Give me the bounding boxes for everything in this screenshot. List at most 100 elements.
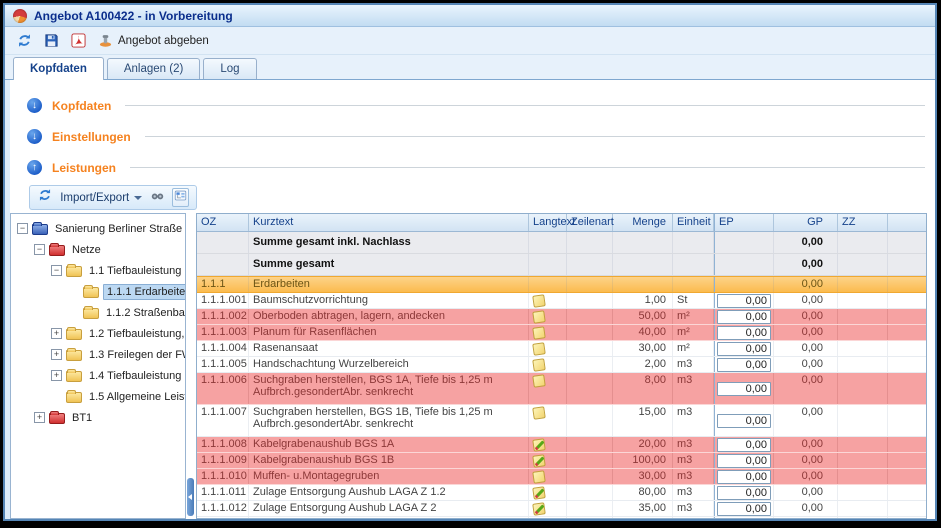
position-row[interactable]: 1.1.1.004Rasenansaat30,00m²0,00 — [197, 341, 926, 357]
position-row[interactable]: 1.1.1.011Zulage Entsorgung Aushub LAGA Z… — [197, 485, 926, 501]
tree-node[interactable]: 1.1.1 Erdarbeiten — [11, 281, 185, 302]
ep-input[interactable] — [717, 486, 771, 500]
langtext-note-icon[interactable] — [532, 310, 546, 324]
expand-arrow-icon[interactable]: ↑ — [27, 160, 42, 175]
cell-einh: m3 — [673, 357, 714, 372]
tree-node[interactable]: −1.1 Tiefbauleistung Elt, — [11, 260, 185, 281]
tree-node[interactable]: +1.2 Tiefbauleistung, Rü — [11, 323, 185, 344]
position-row[interactable]: 1.1.1.006Suchgraben herstellen, BGS 1A, … — [197, 373, 926, 405]
collapse-toggle[interactable]: − — [51, 265, 62, 276]
column-header-einh[interactable]: Einheit — [673, 214, 714, 231]
langtext-note-icon[interactable] — [532, 470, 546, 484]
expand-toggle[interactable]: + — [51, 328, 62, 339]
cell-menge — [613, 277, 673, 292]
column-header-menge[interactable]: Menge — [613, 214, 673, 231]
position-row[interactable]: 1.1.1.001Baumschutzvorrichtung1,00St0,00 — [197, 293, 926, 309]
ep-input[interactable] — [717, 358, 771, 372]
cell-oz: 1.1.1.007 — [197, 405, 249, 436]
tree-node-label: 1.1.2 Straßenbau, — [103, 306, 185, 320]
langtext-note-icon[interactable] — [532, 358, 546, 372]
pdf-export-button[interactable] — [71, 33, 86, 48]
position-row[interactable]: 1.1.1.005Handschachtung Wurzelbereich2,0… — [197, 357, 926, 373]
content-area: ↓ Kopfdaten ↓ Einstellungen ↑ Leistungen — [5, 80, 935, 519]
tab-anlagen[interactable]: Anlagen (2) — [107, 58, 200, 79]
langtext-note-icon[interactable] — [532, 326, 546, 340]
position-row[interactable]: 1.1.1.002Oberboden abtragen, lagern, and… — [197, 309, 926, 325]
cell-fill — [888, 469, 926, 484]
position-row[interactable]: 1.1.1.010Muffen- u.Montagegruben30,00m30… — [197, 469, 926, 485]
cell-lang — [529, 341, 567, 356]
column-header-oz[interactable]: OZ — [197, 214, 249, 231]
column-header-fill[interactable] — [888, 214, 926, 231]
expand-toggle[interactable]: + — [51, 370, 62, 381]
ep-input[interactable] — [717, 294, 771, 308]
langtext-note-icon[interactable] — [532, 294, 546, 308]
langtext-note-icon[interactable] — [532, 342, 546, 356]
cell-ep — [714, 437, 774, 452]
ep-input[interactable] — [717, 438, 771, 452]
ep-input[interactable] — [717, 454, 771, 468]
langtext-note-icon[interactable] — [532, 374, 546, 388]
position-row-partial[interactable] — [197, 517, 926, 518]
expand-toggle[interactable]: + — [34, 412, 45, 423]
section-kopfdaten[interactable]: ↓ Kopfdaten — [27, 90, 935, 121]
ep-input[interactable] — [717, 326, 771, 340]
langtext-edit-note-icon[interactable] — [532, 486, 546, 500]
langtext-edit-note-icon[interactable] — [532, 454, 546, 468]
submit-offer-button[interactable]: Angebot abgeben — [98, 33, 209, 48]
cell-zeil — [567, 405, 613, 436]
position-row[interactable]: 1.1.1.009Kabelgrabenaushub BGS 1B100,00m… — [197, 453, 926, 469]
splitter-collapse-handle[interactable] — [187, 478, 194, 516]
position-row[interactable]: 1.1.1.012Zulage Entsorgung Aushub LAGA Z… — [197, 501, 926, 517]
column-header-kurz[interactable]: Kurztext — [249, 214, 529, 231]
section-einstellungen[interactable]: ↓ Einstellungen — [27, 121, 935, 152]
ep-input[interactable] — [717, 310, 771, 324]
column-header-gp[interactable]: GP — [774, 214, 838, 231]
langtext-note-icon[interactable] — [532, 406, 546, 420]
tree-node[interactable]: 1.5 Allgemeine Leistun — [11, 386, 185, 407]
column-header-zz[interactable]: ZZ — [838, 214, 888, 231]
expand-toggle[interactable]: + — [51, 349, 62, 360]
lv-refresh-button[interactable] — [37, 188, 53, 207]
search-positions-button[interactable] — [149, 188, 165, 207]
collapse-toggle[interactable]: − — [17, 223, 28, 234]
langtext-edit-note-icon[interactable] — [532, 502, 546, 516]
section-leistungen[interactable]: ↑ Leistungen — [27, 152, 935, 183]
ep-input[interactable] — [717, 470, 771, 484]
tree-node[interactable]: +1.4 Tiefbauleistung IT,o — [11, 365, 185, 386]
tree-node[interactable]: −Sanierung Berliner Straße Ber — [11, 218, 185, 239]
ep-input[interactable] — [717, 342, 771, 356]
collapse-toggle[interactable]: − — [34, 244, 45, 255]
collapse-arrow-icon[interactable]: ↓ — [27, 98, 42, 113]
tree-node[interactable]: 1.1.2 Straßenbau, — [11, 302, 185, 323]
position-row[interactable]: 1.1.1.008Kabelgrabenaushub BGS 1A20,00m3… — [197, 437, 926, 453]
group-row[interactable]: 1.1.1Erdarbeiten0,00 — [197, 276, 926, 293]
column-header-lang[interactable]: Langtext — [529, 214, 567, 231]
ep-input[interactable] — [717, 382, 771, 396]
import-export-dropdown[interactable]: Import/Export — [60, 192, 142, 204]
tree-node[interactable]: +1.3 Freilegen der FW-L — [11, 344, 185, 365]
ep-input[interactable] — [717, 414, 771, 428]
column-header-ep[interactable]: EP — [714, 214, 774, 231]
tree-node[interactable]: −Netze — [11, 239, 185, 260]
refresh-button[interactable] — [17, 33, 32, 48]
cell-menge — [613, 517, 673, 518]
save-button[interactable] — [44, 33, 59, 48]
cell-zz — [838, 293, 888, 308]
tree-node[interactable]: +BT1 — [11, 407, 185, 428]
tab-log[interactable]: Log — [203, 58, 256, 79]
collapse-arrow-icon[interactable]: ↓ — [27, 129, 42, 144]
position-row[interactable]: 1.1.1.007Suchgraben herstellen, BGS 1B, … — [197, 405, 926, 437]
column-header-zeil[interactable]: Zeilenart — [567, 214, 613, 231]
langtext-edit-note-icon[interactable] — [532, 438, 546, 452]
cell-zz — [838, 254, 888, 275]
tree-panel-toggle-button[interactable] — [172, 188, 189, 207]
cell-menge: 80,00 — [613, 485, 673, 500]
cell-oz — [197, 254, 249, 275]
tab-kopfdaten[interactable]: Kopfdaten — [13, 57, 104, 80]
ep-input[interactable] — [717, 502, 771, 516]
position-row[interactable]: 1.1.1.003Planum für Rasenflächen40,00m²0… — [197, 325, 926, 341]
refresh-icon — [17, 33, 32, 48]
cell-gp: 0,00 — [774, 501, 838, 516]
grid-header: OZKurztextLangtextZeilenartMengeEinheitE… — [197, 214, 926, 232]
